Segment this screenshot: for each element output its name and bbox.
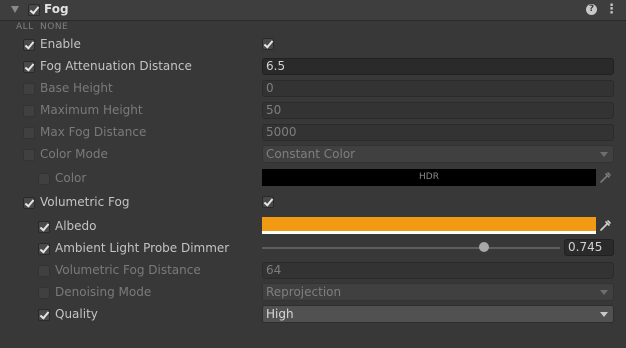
maximum-height-field[interactable]: 50 bbox=[262, 102, 614, 119]
denoising-mode-dropdown[interactable]: Reprojection bbox=[262, 283, 614, 301]
label-enable: Enable bbox=[40, 37, 81, 51]
override-checkbox-ambient-light-probe-dimmer[interactable] bbox=[38, 243, 50, 255]
label-max-fog-distance: Max Fog Distance bbox=[40, 125, 147, 139]
override-checkbox-volumetric-fog-distance[interactable] bbox=[38, 265, 50, 277]
albedo-swatch[interactable] bbox=[262, 217, 596, 234]
eyedropper-icon[interactable] bbox=[597, 217, 614, 234]
component-title: Fog bbox=[44, 2, 69, 16]
ambient-light-probe-dimmer-field[interactable]: 0.745 bbox=[564, 239, 614, 256]
label-ambient-light-probe-dimmer: Ambient Light Probe Dimmer bbox=[55, 241, 230, 255]
component-header[interactable]: Fog ? ⋮ bbox=[0, 0, 626, 21]
fog-attenuation-distance-field[interactable]: 6.5 bbox=[262, 58, 614, 75]
kebab-menu-icon[interactable]: ⋮ bbox=[605, 2, 618, 17]
enable-checkbox[interactable] bbox=[262, 38, 274, 50]
color-swatch[interactable]: HDR bbox=[262, 169, 596, 186]
override-checkbox-fog-attenuation-distance[interactable] bbox=[23, 61, 35, 73]
label-base-height: Base Height bbox=[40, 81, 113, 95]
all-button[interactable]: ALL bbox=[16, 22, 34, 32]
help-icon[interactable]: ? bbox=[586, 4, 597, 15]
label-quality: Quality bbox=[55, 307, 98, 321]
label-denoising-mode: Denoising Mode bbox=[55, 285, 152, 299]
quality-value: High bbox=[266, 307, 294, 321]
quality-dropdown[interactable]: High bbox=[262, 305, 614, 323]
override-checkbox-albedo[interactable] bbox=[38, 221, 50, 233]
override-checkbox-color[interactable] bbox=[38, 173, 50, 185]
label-color: Color bbox=[55, 171, 87, 185]
override-checkbox-maximum-height[interactable] bbox=[23, 105, 35, 117]
label-fog-attenuation-distance: Fog Attenuation Distance bbox=[40, 59, 192, 73]
label-maximum-height: Maximum Height bbox=[40, 103, 143, 117]
component-enabled-checkbox[interactable] bbox=[28, 4, 40, 16]
label-albedo: Albedo bbox=[55, 219, 97, 233]
volumetric-fog-checkbox[interactable] bbox=[262, 196, 274, 208]
override-checkbox-volumetric-fog[interactable] bbox=[23, 197, 35, 209]
label-color-mode: Color Mode bbox=[40, 147, 108, 161]
none-button[interactable]: NONE bbox=[40, 22, 68, 32]
max-fog-distance-field[interactable]: 5000 bbox=[262, 124, 614, 141]
chevron-down-icon bbox=[600, 290, 608, 295]
ambient-light-probe-dimmer-slider[interactable] bbox=[262, 247, 560, 249]
foldout-arrow-icon[interactable] bbox=[11, 6, 19, 13]
volumetric-fog-distance-field[interactable]: 64 bbox=[262, 262, 614, 279]
override-checkbox-base-height[interactable] bbox=[23, 83, 35, 95]
override-checkbox-quality[interactable] bbox=[38, 309, 50, 321]
override-checkbox-denoising-mode[interactable] bbox=[38, 287, 50, 299]
chevron-down-icon bbox=[600, 312, 608, 317]
override-checkbox-enable[interactable] bbox=[23, 39, 35, 51]
slider-handle[interactable] bbox=[479, 242, 489, 252]
color-mode-value: Constant Color bbox=[266, 147, 356, 161]
base-height-field[interactable]: 0 bbox=[262, 80, 614, 97]
denoising-mode-value: Reprojection bbox=[266, 285, 342, 299]
override-checkbox-color-mode[interactable] bbox=[23, 149, 35, 161]
label-volumetric-fog: Volumetric Fog bbox=[40, 195, 130, 209]
eyedropper-icon[interactable] bbox=[597, 169, 614, 186]
label-volumetric-fog-distance: Volumetric Fog Distance bbox=[55, 263, 201, 277]
override-checkbox-max-fog-distance[interactable] bbox=[23, 127, 35, 139]
color-mode-dropdown[interactable]: Constant Color bbox=[262, 145, 614, 163]
chevron-down-icon bbox=[600, 152, 608, 157]
